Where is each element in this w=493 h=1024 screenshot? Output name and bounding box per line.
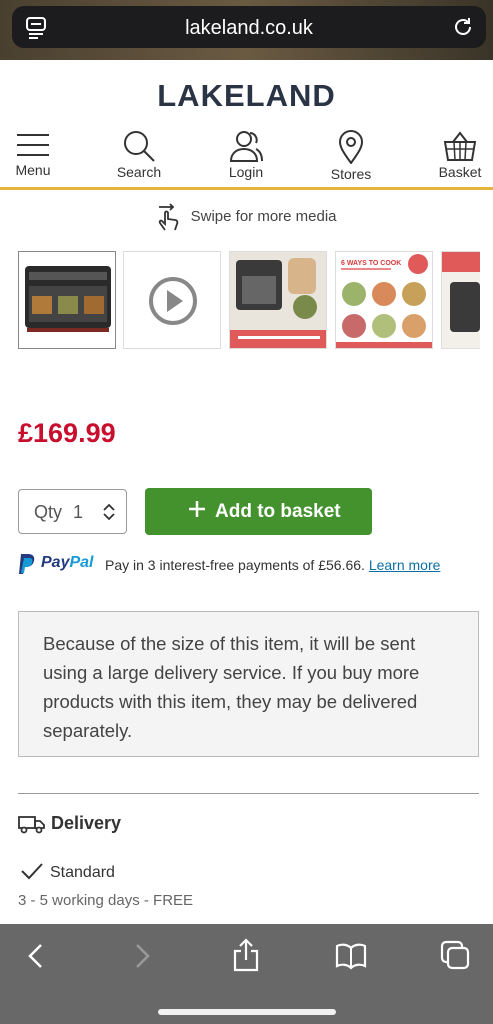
add-to-basket-button[interactable]: Add to basket — [145, 488, 372, 535]
paypal-installments: Pay in 3 interest-free payments of £56.6… — [105, 557, 365, 573]
quantity-select[interactable]: Qty 1 — [18, 489, 127, 534]
nav-basket[interactable]: Basket — [420, 130, 493, 180]
paypal-wordmark-pal: Pal — [69, 554, 94, 571]
swipe-hint: Swipe for more media — [0, 203, 493, 231]
nav-stores[interactable]: Stores — [311, 130, 391, 182]
media-thumbnails: 6 WAYS TO COOK — [18, 251, 480, 349]
qty-label: Qty — [34, 502, 63, 522]
swipe-hint-text: Swipe for more media — [190, 207, 337, 225]
paypal-banner: PayPal Pay in 3 interest-free payments o… — [18, 553, 478, 577]
reload-icon[interactable] — [452, 16, 474, 43]
thumbnail-ways-to-cook[interactable]: 6 WAYS TO COOK — [335, 251, 433, 349]
section-divider — [18, 793, 479, 794]
site-nav: Menu Search Login Stores Basket — [0, 128, 493, 190]
checkmark-icon — [21, 863, 43, 880]
play-icon — [149, 277, 197, 325]
delivery-detail: 3 - 5 working days - FREE — [18, 892, 194, 909]
thumbnail-video[interactable] — [123, 251, 221, 349]
search-icon — [124, 131, 155, 162]
large-item-delivery-notice: Because of the size of this item, it wil… — [18, 611, 479, 757]
thumbnail-partial[interactable] — [441, 251, 480, 349]
plus-icon — [187, 499, 207, 522]
add-to-basket-label: Add to basket — [215, 501, 341, 522]
forward-icon[interactable] — [132, 942, 152, 975]
nav-search[interactable]: Search — [99, 130, 179, 180]
home-indicator — [158, 1009, 336, 1015]
product-price: £169.99 — [18, 418, 116, 448]
user-icon — [229, 131, 263, 162]
bookmarks-icon[interactable] — [335, 942, 367, 975]
nav-menu[interactable]: Menu — [0, 130, 73, 178]
paypal-wordmark: PayPal — [41, 554, 93, 572]
delivery-heading-text: Delivery — [51, 813, 122, 833]
location-pin-icon — [338, 130, 364, 164]
chevron-updown-icon — [102, 503, 116, 526]
nav-search-label: Search — [116, 164, 162, 180]
paypal-learn-more-link[interactable]: Learn more — [369, 557, 441, 573]
nav-basket-label: Basket — [438, 164, 482, 180]
url-text[interactable]: lakeland.co.uk — [12, 17, 486, 40]
paypal-logo-icon — [18, 553, 36, 578]
thumbnail-cooking-window[interactable] — [229, 251, 327, 349]
delivery-option-label: Standard — [50, 864, 115, 881]
paypal-wordmark-pay: Pay — [41, 554, 70, 571]
browser-top-bar: lakeland.co.uk — [0, 0, 493, 60]
back-icon[interactable] — [26, 942, 46, 975]
qty-value: 1 — [73, 502, 84, 522]
nav-login-label: Login — [228, 164, 264, 180]
tabs-icon[interactable] — [440, 940, 472, 977]
delivery-option: Standard — [20, 862, 115, 882]
delivery-heading: Delivery — [18, 813, 121, 834]
basket-icon — [443, 131, 477, 161]
delivery-truck-icon — [18, 816, 45, 834]
svg-text:6 WAYS TO COOK: 6 WAYS TO COOK — [341, 260, 401, 267]
address-bar[interactable]: lakeland.co.uk — [12, 6, 486, 48]
site-logo[interactable]: LAKELAND — [0, 78, 493, 114]
swipe-hand-icon — [159, 203, 179, 231]
nav-menu-label: Menu — [15, 162, 51, 178]
share-icon[interactable] — [232, 938, 260, 977]
paypal-text: Pay in 3 interest-free payments of £56.6… — [105, 557, 440, 573]
thumbnail-air-fryer[interactable] — [18, 251, 116, 349]
nav-login[interactable]: Login — [206, 130, 286, 180]
nav-stores-label: Stores — [330, 166, 372, 182]
hamburger-icon — [17, 134, 49, 156]
